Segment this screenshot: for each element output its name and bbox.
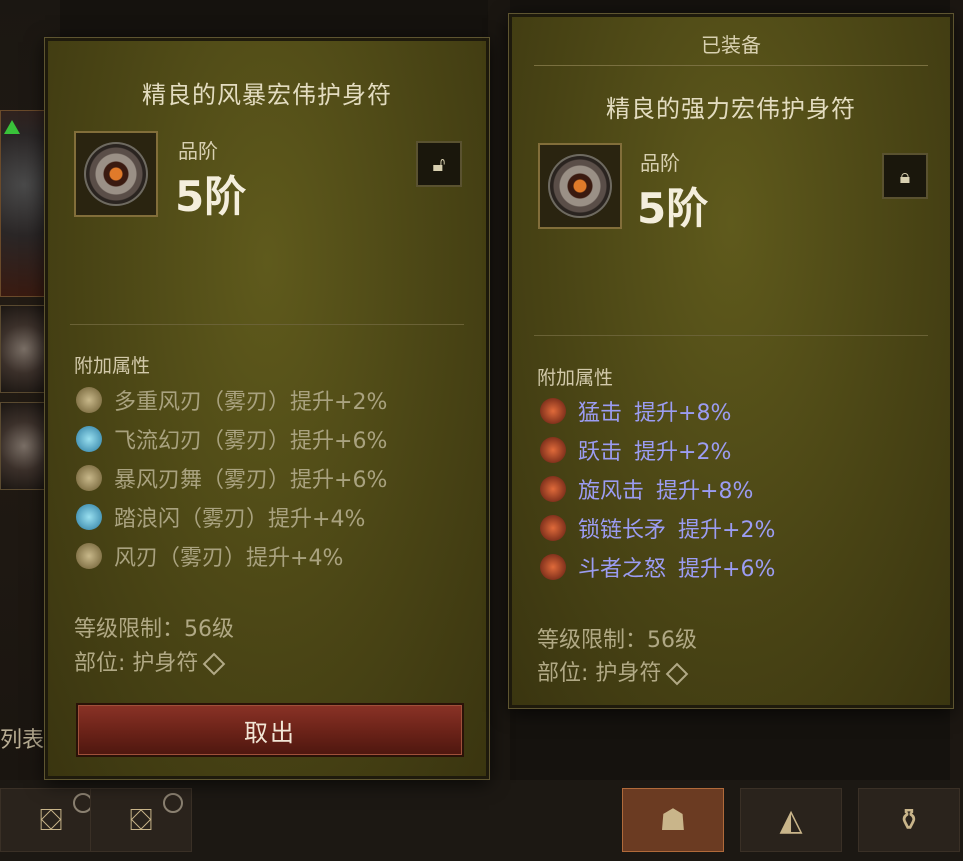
upgrade-arrow-icon — [4, 120, 20, 134]
level-requirement: 等级限制：56级 — [74, 617, 234, 642]
item-tooltip-compare: 精良的风暴宏伟护身符 品阶 5阶 🔓︎ 附加属性 多重风刃（雾刃） 提升+2% … — [45, 38, 489, 779]
affix-bonus: 提升+4% — [268, 506, 366, 532]
affix-bonus: 提升+4% — [246, 545, 344, 571]
affix-name: 风刃（雾刃） — [114, 545, 247, 571]
amulet-slot-icon — [666, 662, 689, 686]
affix-bonus: 提升+6% — [290, 467, 388, 493]
affix-name: 暴风刃舞（雾刃） — [114, 467, 291, 493]
section-divider — [534, 335, 928, 336]
item-tooltip-equipped: 已装备 精良的强力宏伟护身符 品阶 5阶 🔒︎ 附加属性 猛击 提升+8% 跃击… — [509, 14, 953, 708]
equipment-tab[interactable]: ☗ — [622, 788, 724, 852]
crafting-material-icon: ◭ — [779, 802, 803, 838]
stash-chest-icon: ⛋ — [39, 802, 63, 838]
fighter-rage-icon — [540, 553, 566, 580]
section-divider — [70, 324, 464, 325]
bash-icon — [540, 397, 566, 424]
character-portrait[interactable] — [0, 110, 48, 297]
affix-bonus: 提升+2% — [634, 439, 732, 465]
stash-tab-1[interactable]: ⛋ — [0, 788, 102, 852]
inventory-slot-amulet[interactable] — [0, 305, 48, 393]
affix-item: 风刃（雾刃） 提升+4% — [76, 536, 387, 575]
affix-name: 斗者之怒 — [578, 556, 667, 582]
affix-item: 飞流幻刃（雾刃） 提升+6% — [76, 419, 387, 458]
helmet-icon: ☗ — [659, 802, 687, 838]
lock-toggle-button[interactable]: 🔓︎ — [416, 141, 462, 187]
affix-name: 旋风击 — [578, 478, 645, 504]
background-gap — [488, 0, 510, 780]
stash-chest-icon: ⛋ — [129, 802, 153, 838]
header-divider — [534, 65, 928, 66]
affix-item: 猛击 提升+8% — [540, 391, 775, 430]
affix-heading: 附加属性 — [537, 367, 614, 389]
affix-item: 锁链长矛 提升+2% — [540, 508, 775, 547]
equipped-header: 已装备 — [701, 33, 761, 57]
whirlwind-icon — [540, 475, 566, 502]
affix-bonus: 提升+8% — [656, 478, 754, 504]
gold-bag-icon: ⚱ — [896, 802, 922, 838]
affix-heading: 附加属性 — [74, 355, 151, 377]
affix-name: 跃击 — [578, 439, 623, 465]
grade-label: 品阶 — [640, 151, 680, 175]
multi-wind-blade-icon — [76, 386, 102, 413]
item-title: 精良的强力宏伟护身符 — [606, 95, 856, 123]
grade-label: 品阶 — [178, 139, 218, 163]
affix-item: 暴风刃舞（雾刃） 提升+6% — [76, 458, 387, 497]
gold-tab[interactable]: ⚱ — [858, 788, 960, 852]
item-title: 精良的风暴宏伟护身符 — [142, 81, 392, 109]
affix-name: 踏浪闪（雾刃） — [114, 506, 269, 532]
item-slot-info: 部位: 护身符 — [74, 645, 226, 677]
chain-spear-icon — [540, 514, 566, 541]
affix-name: 飞流幻刃（雾刃） — [114, 428, 291, 454]
level-requirement: 等级限制：56级 — [537, 628, 697, 653]
item-slot-text: 部位: 护身符 — [537, 661, 662, 686]
leap-strike-icon — [540, 436, 566, 463]
affix-list: 猛击 提升+8% 跃击 提升+2% 旋风击 提升+8% 锁链长矛 提升+2% 斗… — [540, 391, 775, 586]
affix-item: 踏浪闪（雾刃） 提升+4% — [76, 497, 387, 536]
lock-toggle-button[interactable]: 🔒︎ — [882, 153, 928, 199]
affix-bonus: 提升+2% — [678, 517, 776, 543]
affix-item: 斗者之怒 提升+6% — [540, 547, 775, 586]
unlock-icon: 🔓︎ — [432, 152, 446, 176]
affix-item: 跃击 提升+2% — [540, 430, 775, 469]
affix-list: 多重风刃（雾刃） 提升+2% 飞流幻刃（雾刃） 提升+6% 暴风刃舞（雾刃） 提… — [76, 380, 387, 575]
storm-amulet-icon — [84, 142, 148, 206]
grade-value: 5阶 — [175, 172, 247, 221]
item-icon-frame — [538, 143, 622, 229]
materials-tab[interactable]: ◭ — [740, 788, 842, 852]
wind-blade-icon — [76, 542, 102, 569]
flying-phantom-blade-icon — [76, 425, 102, 452]
affix-item: 旋风击 提升+8% — [540, 469, 775, 508]
affix-name: 猛击 — [578, 400, 623, 426]
grade-value: 5阶 — [637, 184, 709, 233]
affix-name: 锁链长矛 — [578, 517, 667, 543]
stash-tab-2[interactable]: ⛋ — [90, 788, 192, 852]
wave-step-flash-icon — [76, 503, 102, 530]
withdraw-button[interactable]: 取出 — [76, 703, 464, 757]
affix-bonus: 提升+6% — [678, 556, 776, 582]
clock-badge-icon — [163, 793, 183, 813]
affix-bonus: 提升+8% — [634, 400, 732, 426]
amulet-slot-icon — [203, 652, 226, 676]
item-slot-info: 部位: 护身符 — [537, 655, 689, 687]
item-icon-frame — [74, 131, 158, 217]
mighty-amulet-icon — [548, 154, 612, 218]
affix-bonus: 提升+6% — [290, 428, 388, 454]
lock-icon: 🔒︎ — [899, 164, 911, 188]
affix-name: 多重风刃（雾刃） — [114, 389, 291, 415]
item-slot-text: 部位: 护身符 — [74, 651, 199, 676]
storm-blade-dance-icon — [76, 464, 102, 491]
affix-item: 多重风刃（雾刃） 提升+2% — [76, 380, 387, 419]
inventory-slot-amulet[interactable] — [0, 402, 48, 490]
affix-bonus: 提升+2% — [290, 389, 388, 415]
background-list-label: 列表 — [0, 728, 45, 753]
